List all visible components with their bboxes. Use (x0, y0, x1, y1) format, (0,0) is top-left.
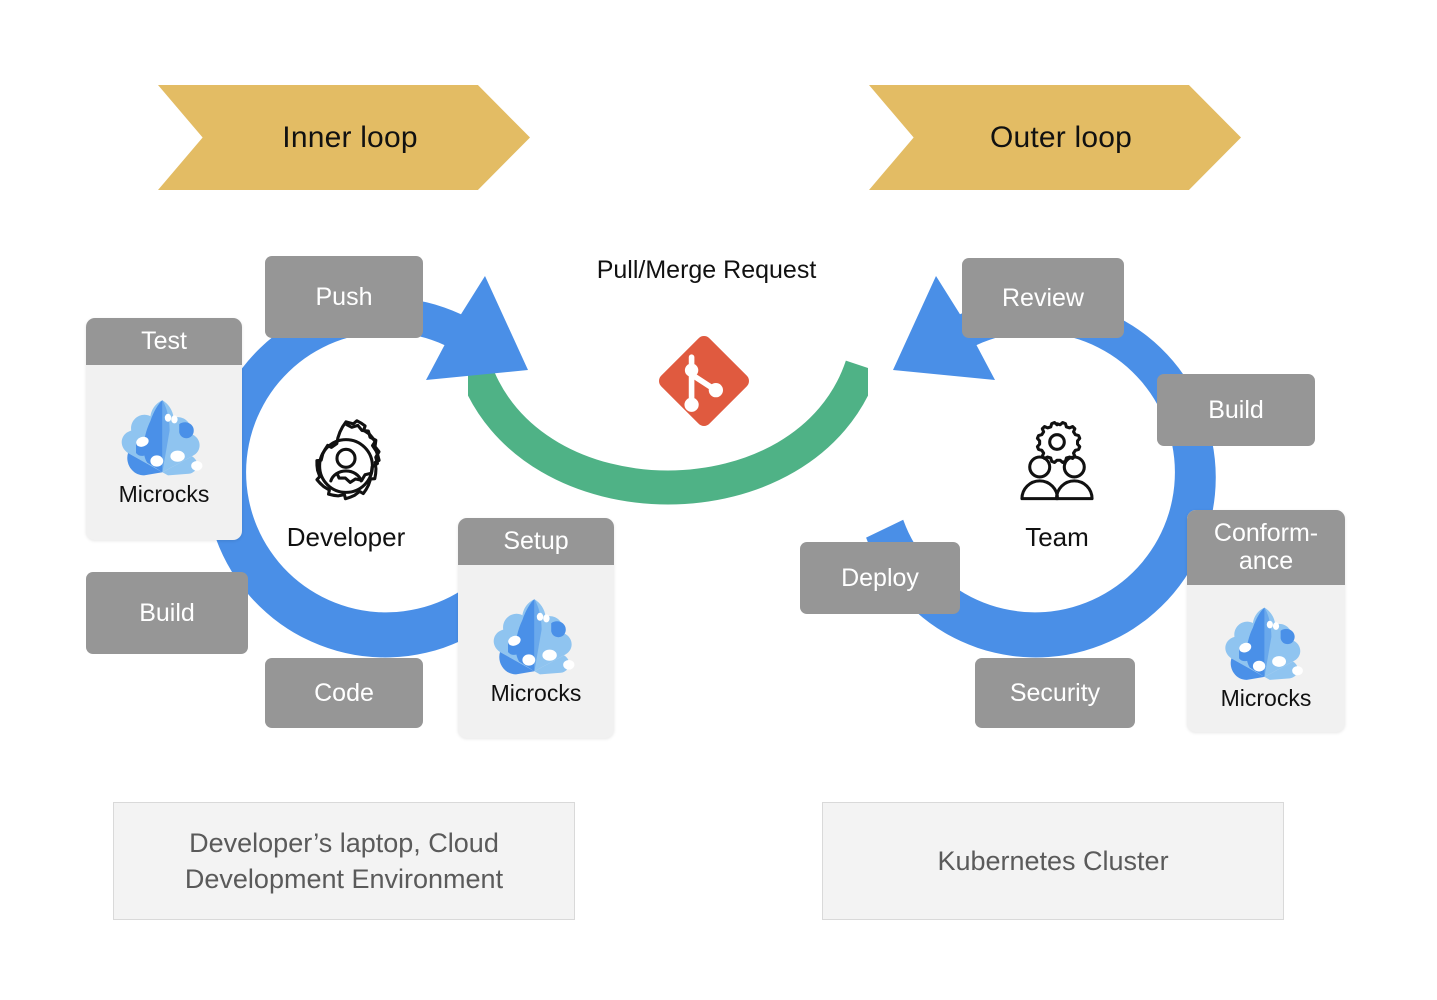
step-chip-code-label: Code (314, 679, 374, 707)
tool-card-conformance-label: Microcks (1220, 684, 1312, 711)
microcks-logo-icon (1225, 607, 1303, 680)
developer-label: Developer (286, 522, 406, 552)
step-chip-build-outer[interactable]: Build (1157, 374, 1315, 446)
microcks-logo-icon (121, 399, 203, 475)
step-chip-build-outer-label: Build (1208, 396, 1264, 424)
step-chip-review-label: Review (1002, 284, 1084, 312)
banner-inner-loop-label: Inner loop (282, 120, 418, 154)
developer-center: Developer (251, 418, 441, 553)
step-chip-build-inner[interactable]: Build (86, 572, 248, 654)
step-chip-push[interactable]: Push (265, 256, 423, 338)
step-chip-security-label: Security (1009, 679, 1101, 707)
tool-card-test-header: Test (86, 318, 242, 365)
step-chip-build-inner-label: Build (139, 599, 195, 627)
environment-box-inner-label: Developer’s laptop, Cloud Development En… (184, 827, 504, 894)
step-chip-review[interactable]: Review (962, 258, 1124, 338)
tool-card-test-label: Microcks (118, 480, 210, 507)
tool-card-setup-body: Microcks (458, 565, 614, 738)
team-center: Team (962, 418, 1152, 553)
conformance-label-line2: ance (1238, 547, 1294, 575)
step-chip-deploy[interactable]: Deploy (800, 542, 960, 614)
environment-box-inner: Developer’s laptop, Cloud Development En… (113, 802, 575, 920)
tool-card-setup-microcks[interactable]: Setup Microcks (458, 518, 614, 738)
tool-card-conformance-microcks[interactable]: Conform- ance Microcks (1187, 510, 1345, 732)
tool-card-test-body: Microcks (86, 365, 242, 540)
team-label: Team (1025, 522, 1089, 552)
gear-person-icon (315, 419, 381, 501)
tool-card-conformance-body: Microcks (1187, 585, 1345, 732)
diagram-canvas: Inner loop Outer loop Developer Team Pus… (0, 0, 1437, 1000)
banner-inner-loop: Inner loop (158, 85, 530, 190)
banner-outer-loop-label: Outer loop (989, 120, 1133, 154)
team-gear-icon (1020, 420, 1094, 501)
step-chip-security[interactable]: Security (975, 658, 1135, 728)
tool-card-setup-label: Microcks (490, 679, 582, 706)
microcks-logo-icon (493, 598, 575, 674)
git-logo-icon (659, 336, 749, 426)
environment-box-outer: Kubernetes Cluster (822, 802, 1284, 920)
tool-card-test-microcks[interactable]: Test Microcks (86, 318, 242, 540)
step-chip-deploy-label: Deploy (841, 564, 919, 592)
banner-outer-loop: Outer loop (869, 85, 1241, 190)
step-chip-push-label: Push (315, 283, 373, 311)
pull-merge-request-label: Pull/Merge Request (596, 256, 817, 284)
environment-box-outer-label: Kubernetes Cluster (937, 845, 1169, 876)
conformance-label-line1: Conform- (1213, 519, 1319, 547)
tool-card-conformance-header: Conform- ance (1187, 510, 1345, 585)
step-chip-code[interactable]: Code (265, 658, 423, 728)
tool-card-setup-header: Setup (458, 518, 614, 565)
